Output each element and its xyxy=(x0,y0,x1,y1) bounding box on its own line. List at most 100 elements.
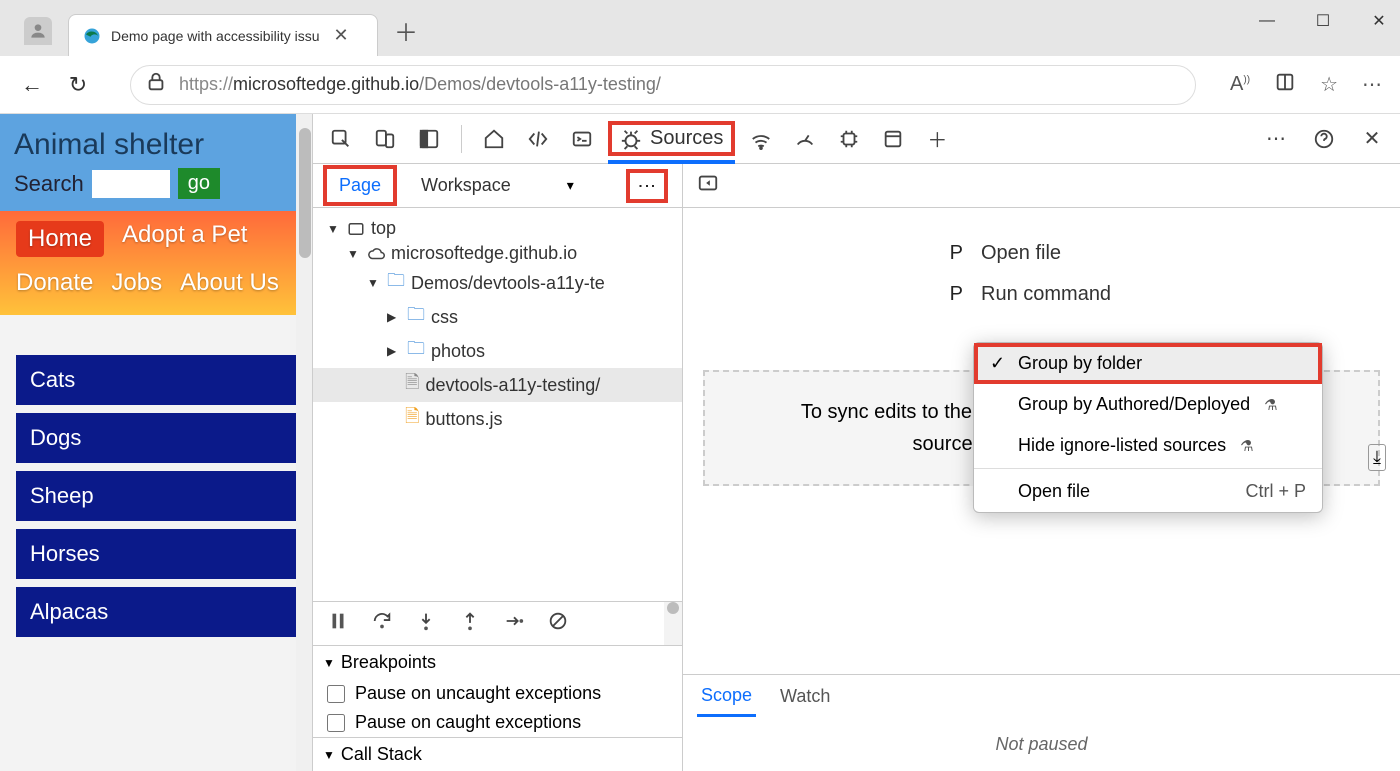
tree-folder[interactable]: ▼🗀Demos/devtools-a11y-te xyxy=(313,266,682,300)
flask-icon: ⚗ xyxy=(1240,437,1253,455)
tree-css[interactable]: ▶🗀css xyxy=(313,300,682,334)
step-into-icon[interactable] xyxy=(415,610,437,638)
debugger-toolbar xyxy=(313,601,682,645)
workspace-tab[interactable]: Workspace xyxy=(409,169,523,202)
chevron-down-icon[interactable]: ▾ xyxy=(567,177,574,194)
site-nav: Home Adopt a Pet Donate Jobs About Us xyxy=(0,211,312,315)
browser-toolbar: ← ↻ https://microsoftedge.github.io/Demo… xyxy=(0,56,1400,114)
device-icon[interactable] xyxy=(367,121,403,157)
separator xyxy=(461,125,462,153)
lock-icon xyxy=(145,71,167,98)
window-titlebar: Demo page with accessibility issu ✕ ＋ ― … xyxy=(0,0,1400,56)
inspect-icon[interactable] xyxy=(323,121,359,157)
category-item[interactable]: Alpacas xyxy=(16,587,296,637)
pause-caught-checkbox[interactable]: Pause on caught exceptions xyxy=(313,708,682,737)
separator xyxy=(974,468,1322,469)
url-path: /Demos/devtools-a11y-testing/ xyxy=(419,74,661,94)
url-bar[interactable]: https://microsoftedge.github.io/Demos/de… xyxy=(130,65,1196,105)
dock-icon[interactable] xyxy=(411,121,447,157)
welcome-tab-icon[interactable] xyxy=(476,121,512,157)
reader-icon[interactable] xyxy=(1274,71,1296,99)
tree-html-file[interactable]: 🗎devtools-a11y-testing/ xyxy=(313,368,682,402)
profile-avatar[interactable] xyxy=(24,17,52,45)
tree-top[interactable]: ▼top xyxy=(313,216,682,241)
run-cmd-shortcut: P xyxy=(703,283,963,306)
nav-about[interactable]: About Us xyxy=(180,269,279,297)
sources-label: Sources xyxy=(650,127,723,150)
edge-favicon-icon xyxy=(83,27,101,45)
step-over-icon[interactable] xyxy=(371,610,393,638)
navigator-more-icon[interactable]: ⋮ xyxy=(626,169,668,203)
nav-donate[interactable]: Donate xyxy=(16,269,93,297)
elements-tab-icon[interactable] xyxy=(520,121,556,157)
breakpoints-header[interactable]: ▼Breakpoints xyxy=(313,645,682,679)
devtools-tabbar: Sources ＋ ⋯ ✕ xyxy=(313,114,1400,164)
tree-photos[interactable]: ▶🗀photos xyxy=(313,334,682,368)
read-aloud-icon[interactable]: A)) xyxy=(1230,73,1250,96)
window-close-button[interactable]: ✕ xyxy=(1368,10,1390,32)
page-preview: Animal shelter Search go Home Adopt a Pe… xyxy=(0,114,312,771)
url-scheme: https:// xyxy=(179,74,233,94)
scope-tab[interactable]: Scope xyxy=(697,677,756,717)
callstack-header[interactable]: ▼Call Stack xyxy=(313,737,682,771)
pause-icon[interactable] xyxy=(327,610,349,638)
favorite-icon[interactable]: ☆ xyxy=(1320,72,1338,97)
category-item[interactable]: Dogs xyxy=(16,413,296,463)
go-button[interactable]: go xyxy=(178,168,220,199)
open-file-hint: Open file xyxy=(981,242,1380,265)
not-paused-label: Not paused xyxy=(683,718,1400,771)
devtools-close-icon[interactable]: ✕ xyxy=(1354,121,1390,157)
search-label: Search xyxy=(14,171,84,197)
tab-title: Demo page with accessibility issu xyxy=(111,28,320,44)
devtools-panel: Sources ＋ ⋯ ✕ Page Workspace ▾ xyxy=(312,114,1400,771)
menu-icon[interactable]: ⋯ xyxy=(1362,72,1382,97)
more-tabs-icon[interactable]: ＋ xyxy=(919,121,955,157)
performance-tab-icon[interactable] xyxy=(787,121,823,157)
category-item[interactable]: Cats xyxy=(16,355,296,405)
back-button[interactable]: ← xyxy=(18,72,46,98)
tree-js-file[interactable]: 🗎buttons.js xyxy=(313,402,682,436)
check-icon: ✓ xyxy=(990,353,1008,374)
nav-jobs[interactable]: Jobs xyxy=(111,269,162,297)
collapse-navigator-icon[interactable] xyxy=(697,172,719,199)
ctx-open-file[interactable]: Open file Ctrl + P xyxy=(974,471,1322,512)
window-maximize-button[interactable]: ☐ xyxy=(1312,10,1334,32)
file-tree: ▼top ▼microsoftedge.github.io ▼🗀Demos/de… xyxy=(313,208,682,601)
scope-tabbar: Scope Watch xyxy=(683,674,1400,718)
step-out-icon[interactable] xyxy=(459,610,481,638)
debugger-scrollbar[interactable] xyxy=(664,602,682,645)
sources-tab[interactable]: Sources xyxy=(608,121,735,156)
nav-adopt[interactable]: Adopt a Pet xyxy=(122,221,247,257)
tree-host[interactable]: ▼microsoftedge.github.io xyxy=(313,241,682,266)
nav-home[interactable]: Home xyxy=(16,221,104,257)
sources-navigator: Page Workspace ▾ ⋮ ▼top ▼microsoftedge.g… xyxy=(313,164,683,771)
ctx-hide-ignore[interactable]: Hide ignore-listed sources ⚗ xyxy=(974,425,1322,466)
navigator-context-menu: ✓ Group by folder Group by Authored/Depl… xyxy=(973,342,1323,513)
deactivate-bp-icon[interactable] xyxy=(547,610,569,638)
page-tab[interactable]: Page xyxy=(323,165,397,206)
run-cmd-hint: Run command xyxy=(981,283,1380,306)
search-input[interactable] xyxy=(92,170,170,198)
network-tab-icon[interactable] xyxy=(743,121,779,157)
memory-tab-icon[interactable] xyxy=(831,121,867,157)
show-drawer-icon[interactable]: ⤓ xyxy=(1368,444,1386,471)
watch-tab[interactable]: Watch xyxy=(776,678,834,715)
url-host: microsoftedge.github.io xyxy=(233,74,419,94)
ctx-group-authored[interactable]: Group by Authored/Deployed ⚗ xyxy=(974,384,1322,425)
category-item[interactable]: Horses xyxy=(16,529,296,579)
page-title: Animal shelter xyxy=(14,128,298,162)
window-minimize-button[interactable]: ― xyxy=(1256,10,1278,32)
devtools-help-icon[interactable] xyxy=(1306,121,1342,157)
new-tab-button[interactable]: ＋ xyxy=(394,13,418,56)
devtools-more-icon[interactable]: ⋯ xyxy=(1258,121,1294,157)
browser-tab[interactable]: Demo page with accessibility issu ✕ xyxy=(68,14,378,56)
console-tab-icon[interactable] xyxy=(564,121,600,157)
refresh-button[interactable]: ↻ xyxy=(64,72,92,98)
ctx-group-by-folder[interactable]: ✓ Group by folder xyxy=(974,343,1322,384)
pause-uncaught-checkbox[interactable]: Pause on uncaught exceptions xyxy=(313,679,682,708)
tab-close-icon[interactable]: ✕ xyxy=(330,25,353,46)
category-item[interactable]: Sheep xyxy=(16,471,296,521)
open-file-shortcut: PP xyxy=(703,242,963,265)
application-tab-icon[interactable] xyxy=(875,121,911,157)
step-icon[interactable] xyxy=(503,610,525,638)
